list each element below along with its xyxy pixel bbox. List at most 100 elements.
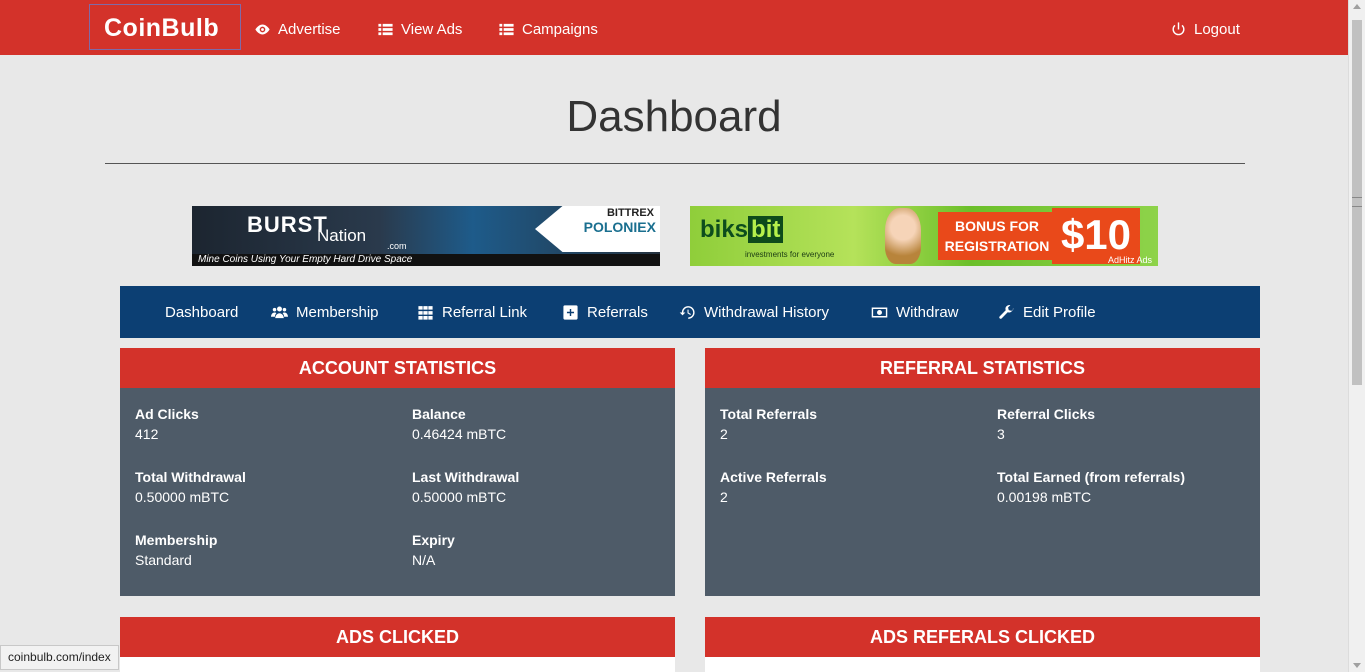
ads-referrals-clicked-body — [705, 657, 1260, 672]
biksbit-banner[interactable]: biks bit investments for everyone BONUS F… — [690, 206, 1158, 266]
browser-status-url: coinbulb.com/index — [0, 645, 119, 670]
power-icon — [1172, 22, 1185, 36]
subnav-edit-profile[interactable]: Edit Profile — [998, 286, 1096, 338]
banner-bittrex-logo: BITTREX — [606, 207, 654, 219]
nav-view-ads-label: View Ads — [401, 20, 463, 38]
vertical-scrollbar[interactable] — [1348, 0, 1365, 672]
nav-view-ads[interactable]: View Ads — [377, 0, 462, 55]
eye-icon — [255, 24, 270, 35]
banner-biks-subtitle: investments for everyone — [745, 250, 835, 259]
banner-biks-logo: biks bit — [700, 216, 784, 244]
subnav-dashboard[interactable]: Dashboard — [165, 286, 238, 338]
subnav-edit-profile-label: Edit Profile — [1023, 303, 1096, 321]
nav-campaigns[interactable]: Campaigns — [498, 0, 598, 55]
ads-clicked-panel: ADS CLICKED — [120, 617, 675, 672]
users-icon — [271, 305, 288, 318]
banner-burst-nation: Nation — [317, 226, 367, 245]
burst-nation-banner[interactable]: BURST Nation .com BITTREX POLONIEX Mine … — [192, 206, 660, 266]
nav-campaigns-label: Campaigns — [522, 20, 598, 38]
site-logo[interactable]: CoinBulb — [89, 4, 241, 50]
banner-burst-tagline: Mine Coins Using Your Empty Hard Drive S… — [192, 254, 660, 266]
stat-label: Referral Clicks — [997, 406, 1096, 422]
list-icon — [499, 23, 514, 36]
banner-poloniex-logo: POLONIEX — [583, 219, 656, 235]
stat-membership: Membership Standard — [135, 532, 217, 568]
stat-active-referrals: Active Referrals 2 — [720, 469, 827, 505]
stat-label: Active Referrals — [720, 469, 827, 485]
referral-statistics-title: REFERRAL STATISTICS — [705, 348, 1260, 388]
scroll-grip-icon — [1352, 197, 1362, 207]
ads-clicked-title: ADS CLICKED — [120, 617, 675, 657]
stat-label: Expiry — [412, 532, 455, 548]
stat-referral-clicks: Referral Clicks 3 — [997, 406, 1095, 442]
stat-total-earned: Total Earned (from referrals) 0.00198 mB… — [997, 469, 1185, 505]
subnav-membership-label: Membership — [296, 303, 379, 321]
subnav-referral-link-label: Referral Link — [442, 303, 528, 321]
subnav-referrals[interactable]: Referrals — [562, 286, 648, 338]
logout-label: Logout — [1194, 20, 1240, 38]
stat-label: Total Referrals — [720, 406, 817, 422]
title-divider — [105, 163, 1245, 164]
subnav-referrals-label: Referrals — [587, 303, 648, 321]
subnav-withdrawal-history-label: Withdrawal History — [704, 303, 830, 321]
banner-network-label: AdHitz Ads — [1107, 255, 1152, 265]
stat-label: Total Withdrawal — [135, 469, 246, 485]
money-icon — [871, 307, 888, 317]
wrench-icon — [999, 304, 1014, 319]
banner-biks-brand-b: bit — [748, 216, 784, 243]
ads-referrals-clicked-title: ADS REFERALS CLICKED — [705, 617, 1260, 657]
stat-value: 0.00198 mBTC — [997, 489, 1092, 505]
stat-balance: Balance 0.46424 mBTC — [412, 406, 506, 442]
grid-icon — [418, 305, 433, 320]
ads-clicked-body — [120, 657, 675, 672]
banner-bonus-box: BONUS FOR REGISTRATION — [938, 212, 1056, 260]
ads-referrals-clicked-panel: ADS REFERALS CLICKED — [705, 617, 1260, 672]
stat-label: Balance — [412, 406, 466, 422]
scroll-down-arrow-icon[interactable] — [1353, 663, 1361, 668]
account-statistics-body: Ad Clicks 412 Balance 0.46424 mBTC Total… — [120, 388, 675, 596]
banner-bonus-line1: BONUS FOR — [955, 218, 1039, 234]
subnav-withdraw[interactable]: Withdraw — [871, 286, 959, 338]
stat-value: 2 — [720, 426, 728, 442]
subnav-dashboard-label: Dashboard — [165, 303, 239, 321]
stat-value: 412 — [135, 426, 159, 442]
referral-statistics-body: Total Referrals 2 Referral Clicks 3 Acti… — [705, 388, 1260, 596]
stat-label: Last Withdrawal — [412, 469, 520, 485]
subnav-withdrawal-history[interactable]: Withdrawal History — [679, 286, 829, 338]
scroll-up-arrow-icon[interactable] — [1353, 4, 1361, 9]
list-icon — [378, 23, 393, 36]
stat-ad-clicks: Ad Clicks 412 — [135, 406, 199, 442]
stat-value: 0.46424 mBTC — [412, 426, 507, 442]
subnav-membership[interactable]: Membership — [271, 286, 379, 338]
stat-value: 0.50000 mBTC — [412, 489, 507, 505]
nav-advertise-label: Advertise — [278, 20, 341, 38]
banner-woman-image — [885, 208, 921, 264]
stat-total-withdrawal: Total Withdrawal 0.50000 mBTC — [135, 469, 246, 505]
stat-value: 0.50000 mBTC — [135, 489, 230, 505]
subnav-referral-link[interactable]: Referral Link — [417, 286, 527, 338]
stat-label: Ad Clicks — [135, 406, 199, 422]
dashboard-subnav: Dashboard Membership Referral Link Refer… — [120, 286, 1260, 338]
stat-total-referrals: Total Referrals 2 — [720, 406, 817, 442]
plus-square-icon — [563, 304, 578, 320]
account-statistics-title: ACCOUNT STATISTICS — [120, 348, 675, 388]
stat-label: Membership — [135, 532, 218, 548]
banner-burst-name: BURST — [247, 212, 328, 237]
stat-value: N/A — [412, 552, 436, 568]
banner-biks-brand-a: biks — [700, 216, 749, 243]
banner-bonus-line2: REGISTRATION — [944, 238, 1050, 254]
account-statistics-panel: ACCOUNT STATISTICS Ad Clicks 412 Balance… — [120, 348, 675, 596]
logout-button[interactable]: Logout — [1170, 0, 1240, 55]
stat-last-withdrawal: Last Withdrawal 0.50000 mBTC — [412, 469, 519, 505]
stat-value: 2 — [720, 489, 728, 505]
stat-value: 3 — [997, 426, 1005, 442]
nav-advertise[interactable]: Advertise — [254, 0, 341, 55]
stat-label: Total Earned (from referrals) — [997, 469, 1186, 485]
subnav-withdraw-label: Withdraw — [896, 303, 959, 321]
stat-expiry: Expiry N/A — [412, 532, 455, 568]
stat-value: Standard — [135, 552, 192, 568]
page-title: Dashboard — [566, 92, 782, 141]
history-icon — [679, 305, 695, 319]
referral-statistics-panel: REFERRAL STATISTICS Total Referrals 2 Re… — [705, 348, 1260, 596]
top-navbar: CoinBulb Advertise View Ads Campaigns Lo… — [0, 0, 1348, 55]
